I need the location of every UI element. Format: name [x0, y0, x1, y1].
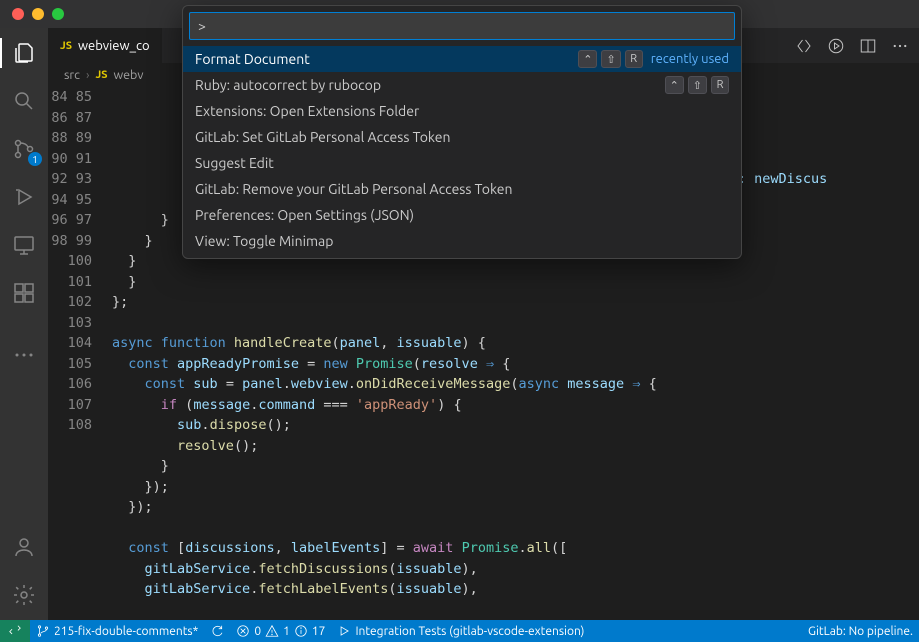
activity-search[interactable] [0, 86, 48, 116]
gear-icon [12, 583, 36, 607]
info-icon [294, 624, 308, 638]
command-label: Extensions: Open Extensions Folder [195, 103, 729, 119]
command-palette-item[interactable]: Preferences: Open Settings (JSON) [183, 202, 741, 228]
command-palette-input[interactable] [189, 12, 735, 40]
go-to-changes-icon[interactable] [795, 37, 813, 55]
account-icon [12, 535, 36, 559]
status-bar: 215-fix-double-comments* 0 1 17 Integrat… [0, 620, 919, 642]
command-label: GitLab: Set GitLab Personal Access Token [195, 129, 729, 145]
activity-explorer[interactable] [0, 38, 48, 68]
scm-badge: 1 [28, 152, 42, 166]
command-label: Format Document [195, 51, 570, 67]
error-count: 0 [254, 625, 261, 638]
more-actions-icon[interactable] [891, 37, 909, 55]
warning-icon [265, 624, 279, 638]
status-sync[interactable] [204, 620, 230, 642]
files-icon [12, 41, 36, 65]
activity-debug[interactable] [0, 182, 48, 212]
activity-scm[interactable]: 1 [0, 134, 48, 164]
js-file-icon: JS [60, 40, 72, 52]
status-problems[interactable]: 0 1 17 [230, 620, 331, 642]
activity-extensions[interactable] [0, 278, 48, 308]
js-file-icon: JS [95, 69, 107, 81]
ellipsis-icon [12, 343, 36, 367]
command-palette-item[interactable]: GitLab: Remove your GitLab Personal Acce… [183, 176, 741, 202]
activity-account[interactable] [0, 532, 48, 562]
branch-name: 215-fix-double-comments* [54, 625, 198, 638]
breadcrumb-folder: src [64, 68, 80, 82]
command-palette-item[interactable]: Extensions: Open Extensions Folder [183, 98, 741, 124]
warning-count: 1 [283, 625, 290, 638]
command-palette-item[interactable]: View: Toggle Minimap [183, 228, 741, 254]
status-debug-target[interactable]: Integration Tests (gitlab-vscode-extensi… [331, 620, 590, 642]
search-icon [12, 89, 36, 113]
command-label: Suggest Edit [195, 155, 729, 171]
command-palette-list: Format Document ⌃⇧R recently used Ruby: aut… [183, 46, 741, 258]
command-label: GitLab: Remove your GitLab Personal Acce… [195, 181, 729, 197]
sync-icon [210, 624, 224, 638]
command-label: Ruby: autocorrect by rubocop [195, 77, 657, 93]
command-palette: Format Document ⌃⇧R recently used Ruby: aut… [182, 5, 742, 259]
remote-icon [8, 624, 22, 638]
breadcrumb-file: webv [113, 68, 143, 82]
status-branch[interactable]: 215-fix-double-comments* [30, 620, 204, 642]
remote-explorer-icon [12, 233, 36, 257]
line-number-gutter: 84 85 86 87 88 89 90 91 92 93 94 95 96 9… [48, 87, 112, 620]
command-palette-item[interactable]: Format Document ⌃⇧R recently used [183, 46, 741, 72]
activity-remote[interactable] [0, 230, 48, 260]
status-gitlab[interactable]: GitLab: No pipeline. [802, 625, 919, 638]
git-branch-icon [36, 624, 50, 638]
run-icon[interactable] [827, 37, 845, 55]
info-count: 17 [312, 625, 326, 638]
tab-filename: webview_co [78, 39, 150, 53]
gitlab-status-label: GitLab: No pipeline. [808, 625, 913, 638]
debug-target-label: Integration Tests (gitlab-vscode-extensi… [355, 625, 584, 638]
remote-indicator[interactable] [0, 620, 30, 642]
error-icon [236, 624, 250, 638]
extensions-icon [12, 281, 36, 305]
activity-settings[interactable] [0, 580, 48, 610]
activity-more[interactable] [0, 340, 48, 370]
command-label: Preferences: Open Settings (JSON) [195, 207, 729, 223]
command-label: View: Toggle Minimap [195, 233, 729, 249]
command-palette-item[interactable]: Ruby: autocorrect by rubocop ⌃⇧R [183, 72, 741, 98]
keybinding: ⌃⇧R [578, 50, 642, 68]
keybinding: ⌃⇧R [665, 76, 729, 94]
debug-icon [12, 185, 36, 209]
chevron-right-icon: › [86, 68, 90, 82]
command-palette-item[interactable]: Suggest Edit [183, 150, 741, 176]
activity-bar: 1 [0, 28, 48, 620]
recently-used-hint: recently used [651, 52, 729, 66]
editor-tab[interactable]: JS webview_co [48, 28, 163, 63]
debug-alt-icon [337, 624, 351, 638]
split-editor-icon[interactable] [859, 37, 877, 55]
command-palette-item[interactable]: GitLab: Set GitLab Personal Access Token [183, 124, 741, 150]
